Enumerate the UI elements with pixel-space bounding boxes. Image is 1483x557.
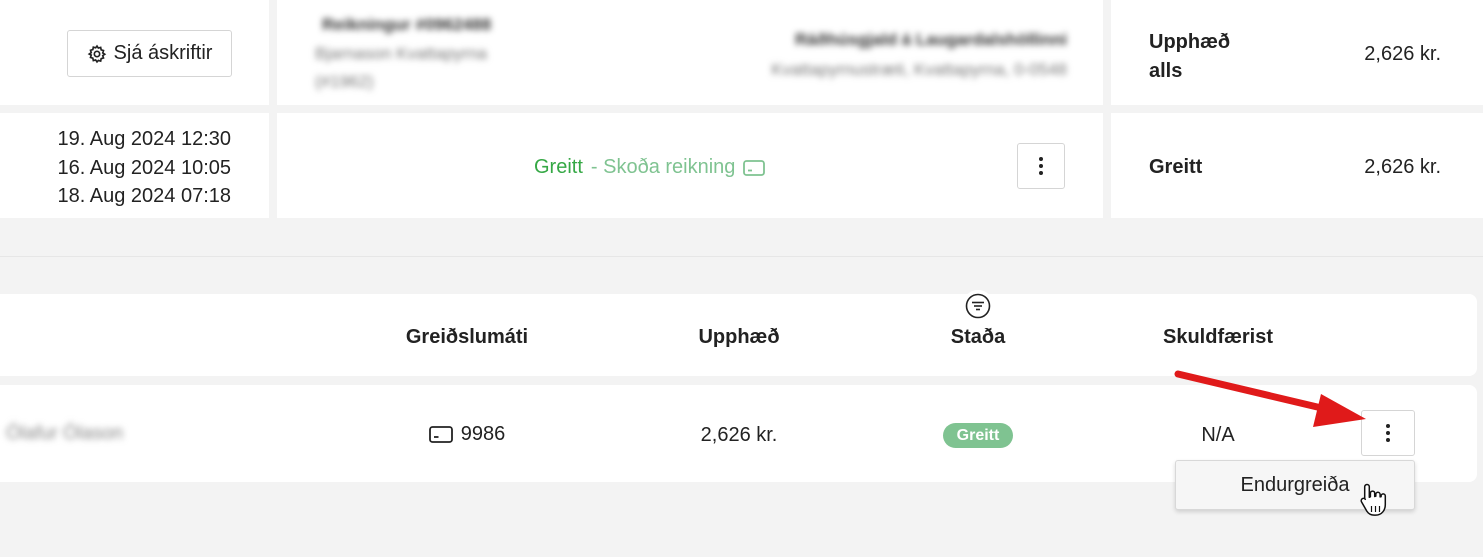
date-line: 19. Aug 2024 12:30 [57, 128, 232, 150]
status-badge: Greitt [943, 423, 1013, 448]
kebab-menu-icon [1039, 157, 1043, 175]
subscriber-id: (#1962) [315, 72, 374, 91]
filter-button[interactable] [962, 290, 994, 322]
refund-menu-label: Endurgreiða [1240, 473, 1350, 496]
header-payment-method: Greiðslumáti [405, 326, 529, 348]
hand-pointer-icon [1359, 482, 1387, 518]
payment-method-cell: 9986 [367, 423, 567, 446]
section-divider [0, 256, 1483, 257]
payment-status-paid: Greitt [534, 156, 583, 178]
total-card: Upphæð alls 2,626 kr. [1111, 0, 1483, 105]
view-subscriptions-button[interactable]: Sjá áskriftir [67, 30, 232, 77]
subscriber-name: Bjarnason Kvattapyrna [315, 44, 487, 63]
status-badge-label: Greitt [956, 426, 1000, 444]
payment-status-line: Greitt - Skoða reikning [534, 156, 766, 179]
payment-dates-card: 19. Aug 2024 12:30 16. Aug 2024 10:05 18… [0, 113, 269, 218]
total-label-line1: Upphæð [1149, 31, 1231, 53]
filter-icon [965, 293, 991, 319]
paid-label: Greitt [1149, 156, 1203, 178]
payment-more-button[interactable] [1017, 143, 1065, 189]
kebab-menu-icon [1386, 424, 1390, 442]
view-subscriptions-label: Sjá áskriftir [113, 42, 213, 64]
paid-amount: 2,626 kr. [1364, 156, 1441, 178]
view-invoice-link[interactable]: - Skoða reikning [591, 156, 766, 179]
payment-dates: 19. Aug 2024 12:30 16. Aug 2024 10:05 18… [58, 125, 232, 211]
subscription-address: Kvattapyrnustræti, Kvattapyrna, 0-0548 [771, 60, 1067, 79]
header-amount: Upphæð [698, 326, 780, 348]
gear-icon [87, 44, 107, 64]
header-status: Staða [950, 326, 1006, 348]
customer-name: Ólafur Ólason [6, 423, 124, 444]
view-invoice-label: - Skoða reikning [590, 156, 736, 178]
total-label: Upphæð alls [1149, 28, 1230, 86]
subscription-actions-card: Sjá áskriftir [0, 0, 269, 105]
date-line: 16. Aug 2024 10:05 [57, 156, 232, 179]
table-header-row: Greiðslumáti Upphæð Staða Skuldfærist [0, 294, 1477, 376]
credit-card-icon [743, 159, 766, 176]
subscription-title: Reikningur #0962488 [322, 15, 492, 34]
header-debited: Skuldfærist [1162, 326, 1274, 348]
total-label-line2: alls [1149, 60, 1183, 82]
subscription-location: Ráðhúsgjald á Laugardalshöllinni [794, 30, 1067, 49]
amount-cell: 2,626 kr. [700, 424, 778, 446]
date-line: 18. Aug 2024 07:18 [57, 185, 232, 207]
card-last4: 9986 [460, 423, 506, 445]
payment-status-card: Greitt - Skoða reikning [277, 113, 1103, 218]
subscription-details-card: Reikningur #0962488 Bjarnason Kvattapyrn… [277, 0, 1103, 105]
total-amount: 2,626 kr. [1364, 43, 1441, 65]
paid-card: Greitt 2,626 kr. [1111, 113, 1483, 218]
red-arrow [1170, 365, 1370, 435]
credit-card-icon [428, 425, 453, 444]
